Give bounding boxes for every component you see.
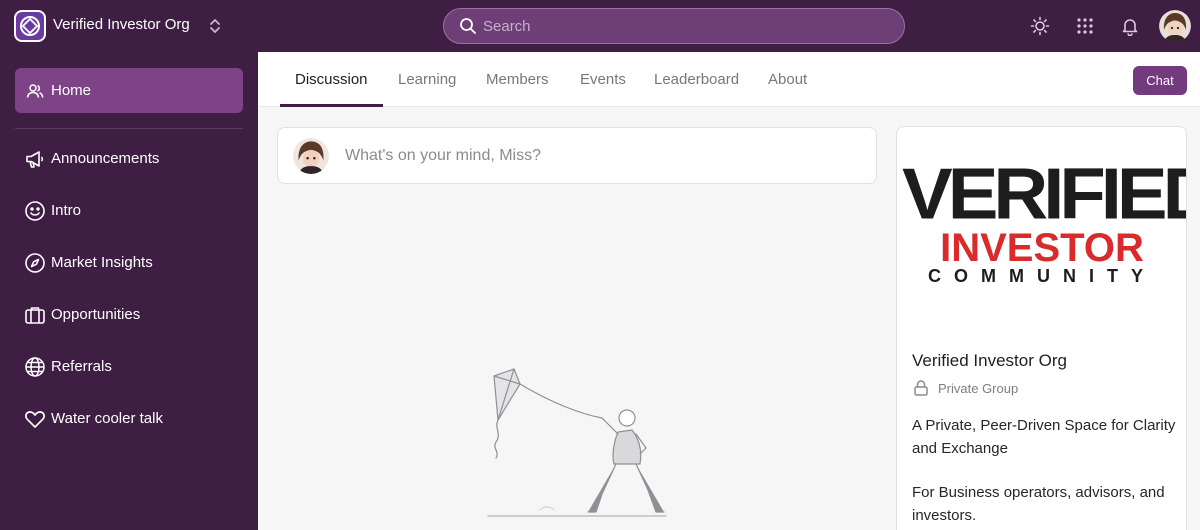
apps-grid-icon[interactable]: [1073, 14, 1097, 38]
chevron-updown-icon[interactable]: [205, 14, 225, 38]
sidebar: Home Announcements Intro Market Insights…: [0, 52, 258, 530]
lock-icon: [912, 379, 930, 397]
sidebar-item-water-cooler-talk[interactable]: Water cooler talk: [15, 396, 243, 441]
tab-bar: Discussion Learning Members Events Leade…: [258, 52, 1200, 107]
tab-leaderboard[interactable]: Leaderboard: [654, 52, 739, 107]
group-info-card: VERIFIED INVESTOR COMMUNITY Verified Inv…: [896, 126, 1187, 530]
search-input[interactable]: [483, 17, 883, 35]
group-description-secondary: For Business operators, advisors, and in…: [912, 484, 1165, 524]
tab-discussion[interactable]: Discussion: [295, 52, 368, 107]
tab-about[interactable]: About: [768, 52, 807, 107]
privacy-badge: Private Group: [912, 379, 1018, 397]
sidebar-item-announcements[interactable]: Announcements: [15, 136, 243, 181]
sidebar-item-label: Referrals: [51, 358, 112, 375]
top-bar: Verified Investor Org: [0, 0, 1200, 52]
group-name: Verified Investor Org: [912, 351, 1067, 370]
sidebar-item-label: Opportunities: [51, 306, 141, 323]
org-logo[interactable]: [14, 10, 46, 42]
sidebar-item-label: Home: [51, 82, 92, 99]
composer-input[interactable]: [345, 146, 845, 165]
post-composer[interactable]: [277, 127, 877, 184]
group-description: A Private, Peer-Driven Space for Clarity…: [912, 417, 1176, 457]
sidebar-item-label: Market Insights: [51, 254, 153, 271]
group-banner: VERIFIED INVESTOR COMMUNITY: [897, 127, 1187, 337]
search-bar[interactable]: [443, 8, 905, 44]
sidebar-divider: [15, 128, 243, 129]
sidebar-item-opportunities[interactable]: Opportunities: [15, 292, 243, 337]
sidebar-item-intro[interactable]: Intro: [15, 188, 243, 233]
banner-title: VERIFIED: [902, 154, 1187, 235]
privacy-label: Private Group: [938, 380, 1019, 396]
search-icon: [459, 17, 477, 35]
people-icon: [23, 79, 47, 103]
bell-icon[interactable]: [1118, 14, 1142, 38]
org-name[interactable]: Verified Investor Org: [53, 16, 190, 33]
banner-tagline: COMMUNITY: [928, 266, 1156, 286]
user-avatar[interactable]: [1159, 10, 1191, 42]
sidebar-item-label: Water cooler talk: [51, 410, 163, 427]
sidebar-item-label: Announcements: [51, 150, 160, 167]
tab-learning[interactable]: Learning: [398, 52, 456, 107]
megaphone-icon: [23, 147, 47, 171]
globe-icon: [23, 355, 47, 379]
sidebar-item-home[interactable]: Home: [15, 68, 243, 113]
user-avatar: [293, 137, 329, 174]
active-tab-indicator: [280, 104, 383, 107]
org-logo-icon: [16, 12, 44, 40]
heart-icon: [23, 407, 47, 431]
empty-state-illustration: [480, 362, 680, 522]
banner-subtitle: INVESTOR: [940, 226, 1144, 270]
briefcase-icon: [23, 303, 47, 327]
sidebar-item-referrals[interactable]: Referrals: [15, 344, 243, 389]
chat-button[interactable]: Chat: [1133, 66, 1187, 95]
tab-events[interactable]: Events: [580, 52, 626, 107]
sun-icon[interactable]: [1028, 14, 1052, 38]
compass-icon: [23, 251, 47, 275]
sidebar-item-market-insights[interactable]: Market Insights: [15, 240, 243, 285]
sidebar-item-label: Intro: [51, 202, 82, 219]
tab-members[interactable]: Members: [486, 52, 549, 107]
smile-icon: [23, 199, 47, 223]
